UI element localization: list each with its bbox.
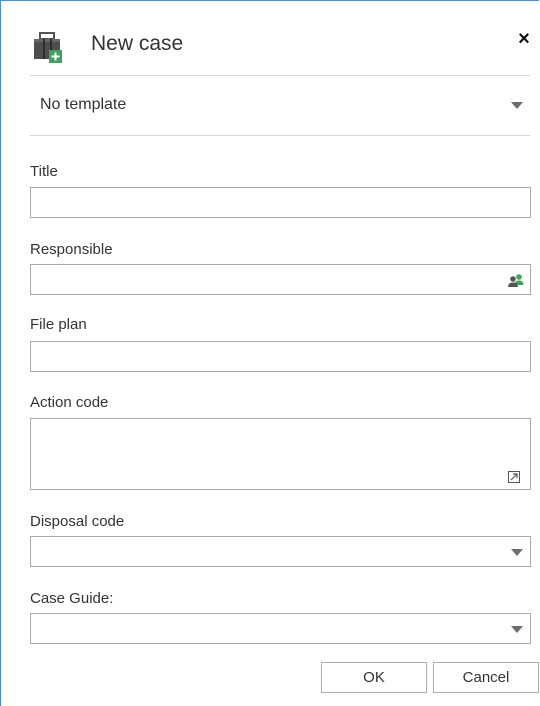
file-plan-label: File plan <box>30 316 87 333</box>
dialog-title: New case <box>91 32 184 55</box>
action-code-label: Action code <box>30 394 109 411</box>
ok-button[interactable]: OK <box>321 662 427 693</box>
new-case-dialog: New case × No template Title Responsible… <box>0 0 539 706</box>
responsible-label: Responsible <box>30 241 113 258</box>
close-button[interactable]: × <box>512 25 536 53</box>
disposal-code-label: Disposal code <box>30 513 125 530</box>
file-plan-input[interactable] <box>30 341 531 372</box>
case-icon <box>34 32 62 63</box>
case-guide-dropdown[interactable] <box>30 613 531 644</box>
template-divider <box>30 135 530 136</box>
chevron-down-icon[interactable] <box>511 626 523 633</box>
people-icon[interactable] <box>507 273 525 287</box>
case-guide-label: Case Guide: <box>30 590 114 607</box>
header-divider <box>30 75 530 76</box>
chevron-down-icon[interactable] <box>511 102 523 109</box>
action-code-textarea[interactable] <box>30 418 531 490</box>
cancel-button[interactable]: Cancel <box>433 662 539 693</box>
dialog-header: New case × <box>30 1 540 75</box>
disposal-code-dropdown[interactable] <box>30 536 531 567</box>
title-input[interactable] <box>30 187 531 218</box>
responsible-input[interactable] <box>30 264 531 295</box>
title-label: Title <box>30 163 58 180</box>
chevron-down-icon[interactable] <box>511 549 523 556</box>
expand-icon[interactable] <box>508 471 520 483</box>
template-value: No template <box>40 96 127 113</box>
template-dropdown[interactable]: No template <box>30 78 530 134</box>
